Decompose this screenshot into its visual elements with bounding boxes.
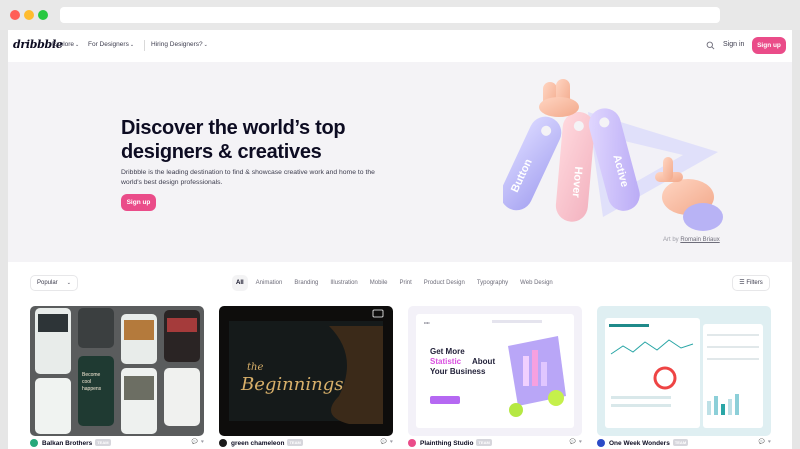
page: dribbble Explore⌄ For Designers⌄ Hiring … [8,30,792,449]
shot-stats: 💬 ♥ [378,439,393,445]
shot-thumbnail: •••• Get More Statistic About Your Busin… [408,306,582,436]
browser-chrome [0,0,800,30]
filters-icon: ☰ [739,280,745,286]
avatar[interactable] [30,439,38,447]
shot-author: One Week Wonders TEAM 💬 ♥ [597,439,771,449]
shot-1-text-0: Become [82,372,101,378]
nav-for-designers[interactable]: For Designers⌄ [88,41,134,48]
category-tabs: All Animation Branding Illustration Mobi… [232,275,557,291]
hero-subtitle: Dribbble is the leading destination to f… [121,169,375,186]
heart-icon: ♥ [201,439,204,445]
shot-3-text-0: Get More [430,347,465,356]
shot-card[interactable] [597,306,771,436]
author-name-text: One Week Wonders [609,440,670,447]
art-credit: Art by Romain Briaux [663,237,720,243]
shot-card[interactable]: •••• Get More Statistic About Your Busin… [408,306,582,436]
shot-author: Balkan Brothers TEAM 💬 ♥ [30,439,204,449]
shot-thumbnail [597,306,771,436]
author-name-text: green chameleon [231,440,285,447]
chevron-down-icon: ⌄ [129,42,135,48]
category-tab-print[interactable]: Print [395,275,415,291]
category-tab-typography[interactable]: Typography [473,275,512,291]
author-name-text: Plainthing Studio [420,440,474,447]
chevron-down-icon: ⌄ [203,42,208,48]
hero-sign-up-button[interactable]: Sign up [121,194,156,211]
nav-for-designers-label: For Designers [88,41,129,48]
shot-1-text-1: cool [82,379,91,385]
team-badge: TEAM [672,439,689,446]
nav-explore-label: Explore [52,41,75,48]
art-credit-prefix: Art by [663,237,679,243]
author-name[interactable]: One Week Wonders TEAM [609,439,689,447]
shot-stats: 💬 ♥ [567,439,582,445]
heart-icon: ♥ [579,439,582,445]
shot-2-text-0: the [247,362,263,373]
chevron-down-icon: ⌄ [75,42,80,48]
comment-icon: 💬 [758,439,766,445]
filters-label: Filters [746,280,763,286]
sign-up-button[interactable]: Sign up [752,37,786,54]
shot-stats: 💬 ♥ [189,439,204,445]
avatar[interactable] [219,439,227,447]
close-window-button[interactable] [10,10,20,20]
hand-top [539,79,579,117]
minimize-window-button[interactable] [24,10,34,20]
category-tab-branding[interactable]: Branding [290,275,322,291]
shot-2-text-1: Beginnings [240,374,343,395]
comment-icon: 💬 [191,439,199,445]
hero-section: Discover the world’s top designers & cre… [8,62,792,262]
hero-illustration: Button Hover Active [503,79,723,231]
shot-3-text-2: About [472,357,495,366]
shot-stats: 💬 ♥ [756,439,771,445]
comment-icon: 💬 [380,439,388,445]
search-icon[interactable] [706,41,715,50]
sort-dropdown[interactable]: Popular ⌄ [30,275,78,291]
art-credit-link[interactable]: Romain Briaux [680,237,719,243]
svg-text:••••: •••• [424,320,430,325]
chevron-down-icon: ⌄ [66,280,71,286]
heart-icon: ♥ [768,439,771,445]
category-tab-mobile[interactable]: Mobile [366,275,392,291]
maximize-window-button[interactable] [38,10,48,20]
team-badge: TEAM [476,439,492,446]
category-tab-all[interactable]: All [232,275,248,291]
category-tab-animation[interactable]: Animation [252,275,287,291]
comment-icon: 💬 [569,439,577,445]
shot-author: Plainthing Studio TEAM 💬 ♥ [408,439,582,449]
shot-card[interactable]: Become cool happens [30,306,204,436]
category-tab-product-design[interactable]: Product Design [420,275,469,291]
avatar[interactable] [408,439,416,447]
category-tab-web-design[interactable]: Web Design [516,275,557,291]
shot-card[interactable]: the Beginnings [219,306,393,436]
shot-1-text-2: happens [82,386,102,392]
shot-3-text-1: Statistic [430,357,462,366]
author-name-text: Balkan Brothers [42,440,93,447]
shot-thumbnail: the Beginnings [219,306,393,436]
nav-explore[interactable]: Explore⌄ [52,41,79,48]
author-name[interactable]: Balkan Brothers TEAM [42,439,111,447]
filter-bar: Popular ⌄ All Animation Branding Illustr… [8,262,792,302]
heart-icon: ♥ [390,439,393,445]
nav-divider [144,40,145,51]
team-badge: TEAM [95,439,111,446]
shot-author: green chameleon TEAM 💬 ♥ [219,439,393,449]
sort-dropdown-value: Popular [37,280,58,286]
author-name[interactable]: Plainthing Studio TEAM [420,439,492,447]
team-badge: TEAM [287,439,303,446]
shot-3-text-3: Your Business [430,367,486,376]
avatar[interactable] [597,439,605,447]
category-tab-illustration[interactable]: Illustration [326,275,361,291]
shot-thumbnail: Become cool happens [30,306,204,436]
nav-hiring[interactable]: Hiring Designers?⌄ [151,41,208,48]
hero-title: Discover the world’s top designers & cre… [121,117,346,163]
sign-in-link[interactable]: Sign in [723,41,744,48]
nav-hiring-label: Hiring Designers? [151,41,203,48]
author-name[interactable]: green chameleon TEAM [231,439,303,447]
top-nav: dribbble Explore⌄ For Designers⌄ Hiring … [8,30,792,62]
filters-button[interactable]: ☰ Filters [732,275,770,291]
address-bar[interactable] [60,7,720,23]
